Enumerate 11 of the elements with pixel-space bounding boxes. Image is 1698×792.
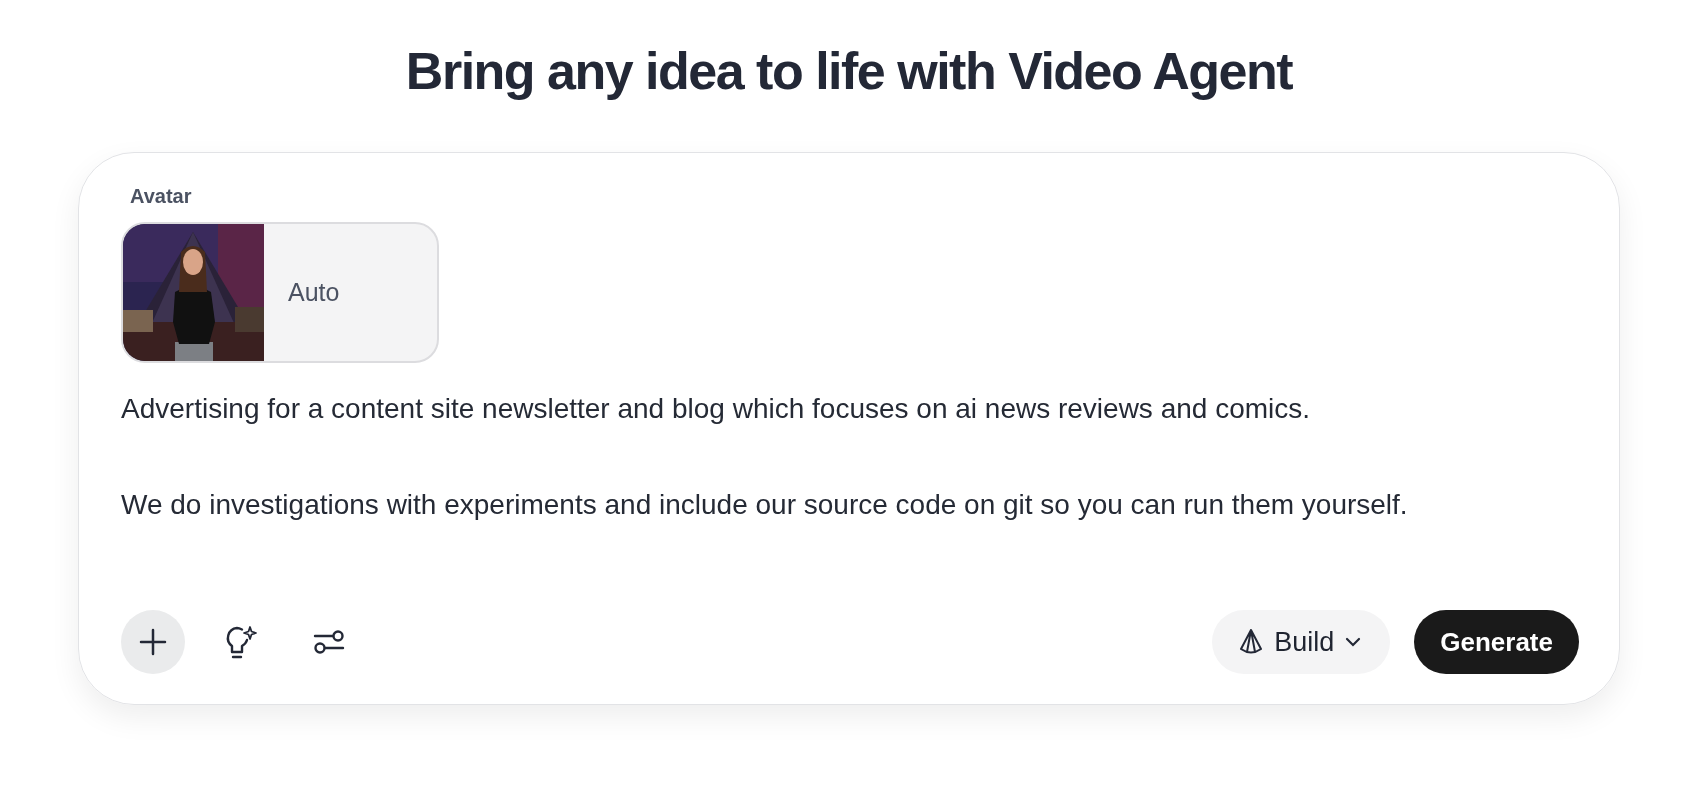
cone-icon	[1238, 628, 1265, 656]
generate-button[interactable]: Generate	[1414, 610, 1579, 674]
page-heading: Bring any idea to life with Video Agent	[405, 41, 1293, 102]
prompt-text[interactable]: Advertising for a content site newsletter and blog which focuses on ai news reviews and comics. We do investigations with experiments and include our source code on git so you can run them yourself.	[121, 385, 1521, 529]
sliders-icon	[313, 629, 345, 655]
chevron-down-icon	[1344, 636, 1363, 648]
plus-icon	[138, 627, 168, 657]
avatar-label: Avatar	[130, 185, 192, 208]
mode-dropdown[interactable]: Build	[1212, 610, 1391, 674]
lightbulb-icon	[224, 624, 258, 660]
avatar-selector[interactable]: Auto	[121, 222, 439, 363]
